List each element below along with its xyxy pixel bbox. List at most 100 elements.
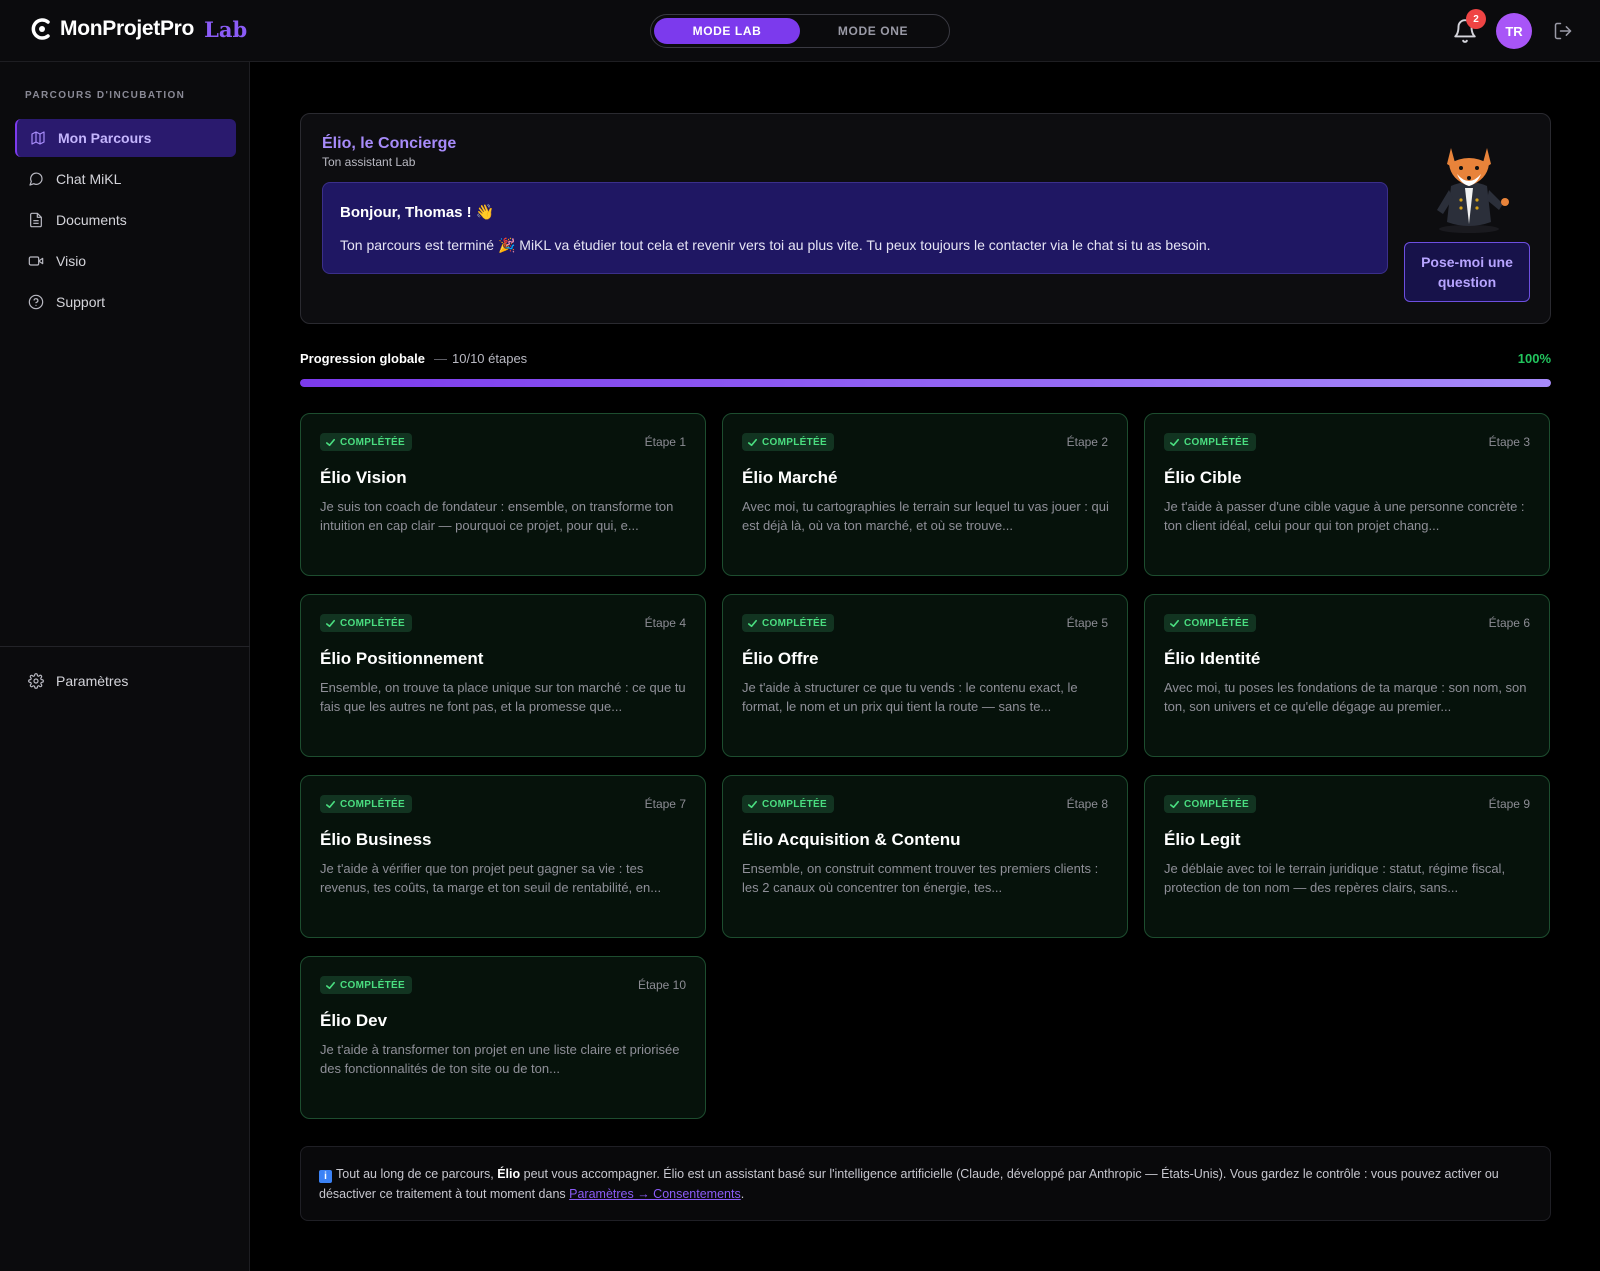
step-card[interactable]: COMPLÉTÉE Étape 3 Élio Cible Je t'aide à… — [1144, 413, 1550, 576]
step-card[interactable]: COMPLÉTÉE Étape 10 Élio Dev Je t'aide à … — [300, 956, 706, 1119]
info-prefix: Tout au long de ce parcours, — [336, 1167, 498, 1181]
step-number: Étape 5 — [1066, 616, 1108, 630]
step-description: Je t'aide à structurer ce que tu vends :… — [742, 680, 1078, 714]
progress-bar — [300, 379, 1551, 387]
sidebar-item-documents[interactable]: Documents — [15, 201, 236, 239]
check-icon — [1170, 438, 1179, 446]
badge-label: COMPLÉTÉE — [762, 436, 827, 448]
step-card[interactable]: COMPLÉTÉE Étape 1 Élio Vision Je suis to… — [300, 413, 706, 576]
badge-label: COMPLÉTÉE — [340, 798, 405, 810]
info-bold-name: Élio — [497, 1167, 521, 1181]
top-header: MonProjetPro Lab MODE LAB MODE ONE 2 TR — [0, 0, 1600, 62]
video-camera-icon — [28, 256, 44, 266]
step-card[interactable]: COMPLÉTÉE Étape 4 Élio Positionnement En… — [300, 594, 706, 757]
brand-mark-icon — [28, 16, 54, 42]
document-icon — [30, 212, 42, 228]
step-title: Élio Legit — [1164, 830, 1241, 849]
progress-steps-count: 10/10 étapes — [452, 351, 528, 366]
check-icon — [1170, 619, 1179, 627]
completed-badge: COMPLÉTÉE — [320, 976, 412, 994]
step-card[interactable]: COMPLÉTÉE Étape 6 Élio Identité Avec moi… — [1144, 594, 1550, 757]
check-icon — [748, 800, 757, 808]
step-title: Élio Positionnement — [320, 649, 484, 668]
step-number: Étape 4 — [644, 616, 686, 630]
step-number: Étape 10 — [637, 978, 686, 992]
mode-lab-button[interactable]: MODE LAB — [654, 18, 800, 44]
logout-icon[interactable] — [1553, 21, 1573, 41]
ask-question-button[interactable]: Pose-moi une question — [1404, 242, 1530, 302]
mode-toggle: MODE LAB MODE ONE — [650, 14, 950, 48]
sidebar-item-label: Visio — [56, 253, 87, 269]
step-number: Étape 3 — [1488, 435, 1530, 449]
ai-disclosure-notice: i Tout au long de ce parcours, Élio peut … — [300, 1146, 1551, 1221]
completed-badge: COMPLÉTÉE — [742, 614, 834, 632]
step-number: Étape 2 — [1066, 435, 1108, 449]
step-title: Élio Identité — [1164, 649, 1261, 668]
check-icon — [326, 438, 335, 446]
check-icon — [326, 619, 335, 627]
consent-settings-link[interactable]: Paramètres → Consentements — [569, 1187, 741, 1201]
sidebar-item-label: Paramètres — [56, 673, 129, 689]
sidebar-item-chat-mikl[interactable]: Chat MiKL — [15, 160, 236, 198]
step-number: Étape 6 — [1488, 616, 1530, 630]
check-icon — [326, 800, 335, 808]
concierge-subtitle: Ton assistant Lab — [322, 155, 416, 169]
step-description: Ensemble, on construit comment trouver t… — [742, 861, 1099, 895]
step-description: Je t'aide à transformer ton projet en un… — [320, 1042, 680, 1076]
sidebar-heading: PARCOURS D'INCUBATION — [25, 90, 186, 101]
sidebar-item-support[interactable]: Support — [15, 283, 236, 321]
progress-separator: — — [434, 351, 447, 366]
badge-label: COMPLÉTÉE — [340, 617, 405, 629]
step-title: Élio Business — [320, 830, 432, 849]
step-description: Ensemble, on trouve ta place unique sur … — [320, 680, 686, 714]
sidebar-item-label: Documents — [56, 212, 127, 228]
step-card[interactable]: COMPLÉTÉE Étape 8 Élio Acquisition & Con… — [722, 775, 1128, 938]
step-number: Étape 7 — [644, 797, 686, 811]
fox-mascot-icon — [1437, 148, 1509, 233]
chat-bubble-icon — [29, 172, 43, 186]
step-card[interactable]: COMPLÉTÉE Étape 9 Élio Legit Je déblaie … — [1144, 775, 1550, 938]
info-icon: i — [319, 1170, 332, 1183]
notification-badge: 2 — [1466, 9, 1486, 29]
mode-one-button[interactable]: MODE ONE — [800, 18, 946, 44]
badge-label: COMPLÉTÉE — [340, 979, 405, 991]
brand-logo[interactable]: MonProjetPro Lab — [28, 16, 247, 42]
gear-icon — [28, 673, 44, 689]
user-avatar[interactable]: TR — [1496, 13, 1532, 49]
sidebar-divider — [0, 646, 250, 647]
brand-name: MonProjetPro — [60, 17, 195, 40]
badge-label: COMPLÉTÉE — [762, 617, 827, 629]
badge-label: COMPLÉTÉE — [340, 436, 405, 448]
sidebar-item-visio[interactable]: Visio — [15, 242, 236, 280]
step-description: Je t'aide à passer d'une cible vague à u… — [1164, 499, 1525, 533]
step-card[interactable]: COMPLÉTÉE Étape 7 Élio Business Je t'aid… — [300, 775, 706, 938]
progress-label: Progression globale — [300, 351, 425, 366]
check-icon — [748, 619, 757, 627]
badge-label: COMPLÉTÉE — [762, 798, 827, 810]
step-description: Je t'aide à vérifier que ton projet peut… — [320, 861, 662, 895]
map-icon — [31, 131, 45, 145]
sidebar-item-label: Mon Parcours — [58, 130, 152, 146]
sidebar-item-parametres[interactable]: Paramètres — [15, 662, 236, 700]
help-circle-icon — [28, 294, 44, 310]
step-description: Avec moi, tu cartographies le terrain su… — [742, 499, 1109, 533]
completed-badge: COMPLÉTÉE — [1164, 795, 1256, 813]
brand-suffix: Lab — [204, 16, 248, 42]
completed-badge: COMPLÉTÉE — [742, 433, 834, 451]
sidebar-item-label: Chat MiKL — [56, 171, 122, 187]
sidebar-item-mon-parcours[interactable]: Mon Parcours — [15, 119, 236, 157]
completed-badge: COMPLÉTÉE — [320, 614, 412, 632]
step-number: Étape 9 — [1488, 797, 1530, 811]
sidebar: PARCOURS D'INCUBATION Mon Parcours Chat … — [0, 62, 250, 1271]
step-description: Je suis ton coach de fondateur : ensembl… — [320, 499, 674, 533]
concierge-title: Élio, le Concierge — [322, 135, 457, 152]
completed-badge: COMPLÉTÉE — [1164, 614, 1256, 632]
progress-percent: 100% — [1517, 351, 1551, 366]
badge-label: COMPLÉTÉE — [1184, 436, 1249, 448]
step-title: Élio Dev — [320, 1011, 388, 1030]
info-suffix: . — [740, 1187, 745, 1201]
step-title: Élio Offre — [742, 649, 819, 668]
step-card[interactable]: COMPLÉTÉE Étape 5 Élio Offre Je t'aide à… — [722, 594, 1128, 757]
step-card[interactable]: COMPLÉTÉE Étape 2 Élio Marché Avec moi, … — [722, 413, 1128, 576]
completed-badge: COMPLÉTÉE — [742, 795, 834, 813]
